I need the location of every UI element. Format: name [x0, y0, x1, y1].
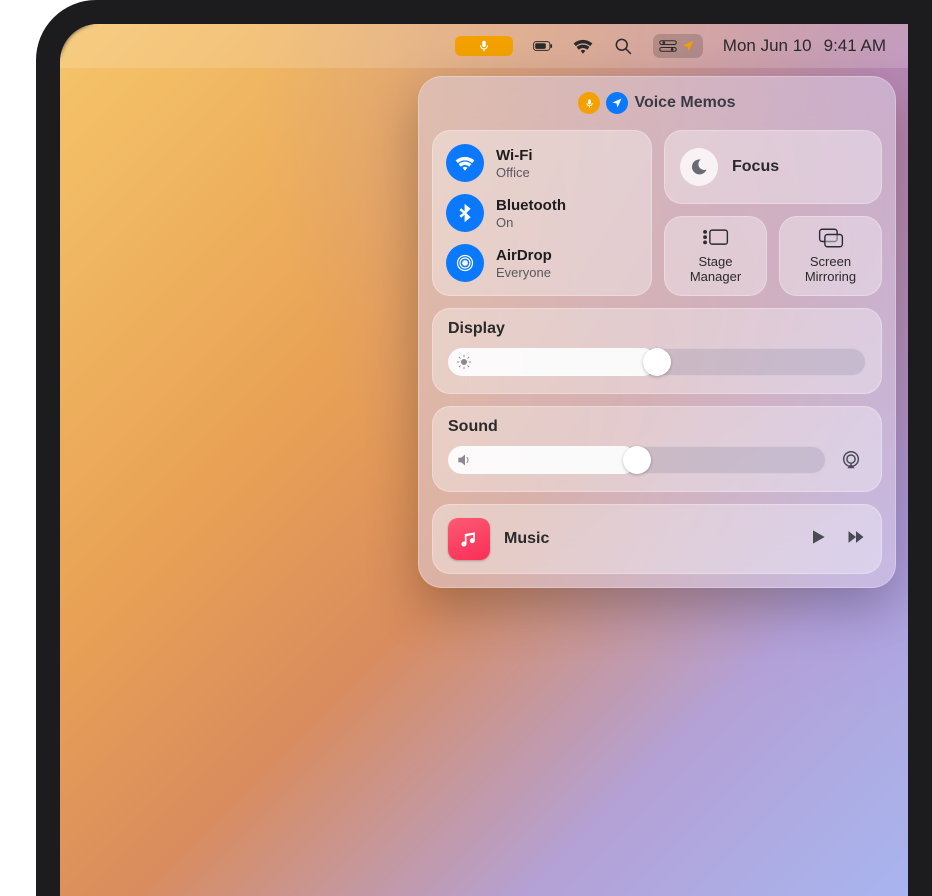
wifi-icon: [446, 144, 484, 182]
play-icon: [808, 527, 828, 547]
menu-time: 9:41 AM: [824, 36, 886, 56]
airplay-audio-button[interactable]: [836, 445, 866, 475]
play-button[interactable]: [808, 527, 828, 552]
control-center-icon: [659, 39, 677, 53]
display-tile: Display: [432, 308, 882, 394]
bluetooth-label: Bluetooth: [496, 197, 566, 214]
stage-manager-label: Stage Manager: [690, 255, 741, 285]
control-center-panel: Voice Memos Wi-Fi Office Bluetooth: [418, 76, 896, 588]
sound-tile: Sound: [432, 406, 882, 492]
airplay-icon: [840, 449, 862, 471]
mic-icon: [477, 39, 491, 53]
wifi-toggle[interactable]: Wi-Fi Office: [446, 144, 638, 182]
airdrop-label: AirDrop: [496, 247, 552, 264]
display-label: Display: [448, 320, 866, 338]
moon-icon: [680, 148, 718, 186]
sound-label: Sound: [448, 418, 866, 436]
mic-pill-icon: [578, 92, 600, 114]
wifi-status[interactable]: [573, 36, 593, 56]
focus-toggle[interactable]: Focus: [664, 130, 882, 204]
forward-icon: [846, 527, 866, 547]
active-app-label: Voice Memos: [634, 94, 735, 112]
screen-mirroring-label: Screen Mirroring: [805, 255, 856, 285]
date-time[interactable]: Mon Jun 10 9:41 AM: [723, 36, 886, 56]
connectivity-tile: Wi-Fi Office Bluetooth On: [432, 130, 652, 296]
location-pill-icon: [606, 92, 628, 114]
desktop: Mon Jun 10 9:41 AM Voice Memos Wi-Fi Off…: [60, 24, 908, 896]
battery-status[interactable]: [533, 36, 553, 56]
airdrop-icon: [446, 244, 484, 282]
volume-icon: [456, 452, 472, 468]
airdrop-status-text: Everyone: [496, 265, 552, 280]
now-playing-tile[interactable]: Music: [432, 504, 882, 574]
microphone-indicator[interactable]: [455, 36, 513, 56]
bluetooth-status-text: On: [496, 215, 566, 230]
bluetooth-icon: [446, 194, 484, 232]
stage-manager-icon: [702, 227, 730, 249]
sound-slider[interactable]: [448, 446, 826, 474]
brightness-icon: [456, 354, 472, 370]
forward-button[interactable]: [846, 527, 866, 552]
bluetooth-toggle[interactable]: Bluetooth On: [446, 194, 638, 232]
search-icon: [613, 36, 633, 56]
screen-mirroring-icon: [817, 227, 845, 249]
screen-mirroring-toggle[interactable]: Screen Mirroring: [779, 216, 882, 296]
airdrop-toggle[interactable]: AirDrop Everyone: [446, 244, 638, 282]
active-app-header[interactable]: Voice Memos: [432, 92, 882, 114]
location-icon: [679, 39, 697, 53]
focus-label: Focus: [732, 158, 779, 176]
stage-manager-toggle[interactable]: Stage Manager: [664, 216, 767, 296]
display-slider[interactable]: [448, 348, 866, 376]
menu-bar: Mon Jun 10 9:41 AM: [60, 24, 908, 68]
spotlight-search[interactable]: [613, 36, 633, 56]
now-playing-label: Music: [504, 530, 794, 548]
wifi-status-text: Office: [496, 165, 533, 180]
wifi-label: Wi-Fi: [496, 147, 533, 164]
music-app-icon: [448, 518, 490, 560]
battery-icon: [533, 36, 553, 56]
menu-date: Mon Jun 10: [723, 36, 812, 56]
device-frame: Mon Jun 10 9:41 AM Voice Memos Wi-Fi Off…: [36, 0, 932, 896]
control-center-menu[interactable]: [653, 34, 703, 58]
wifi-icon: [573, 36, 593, 56]
